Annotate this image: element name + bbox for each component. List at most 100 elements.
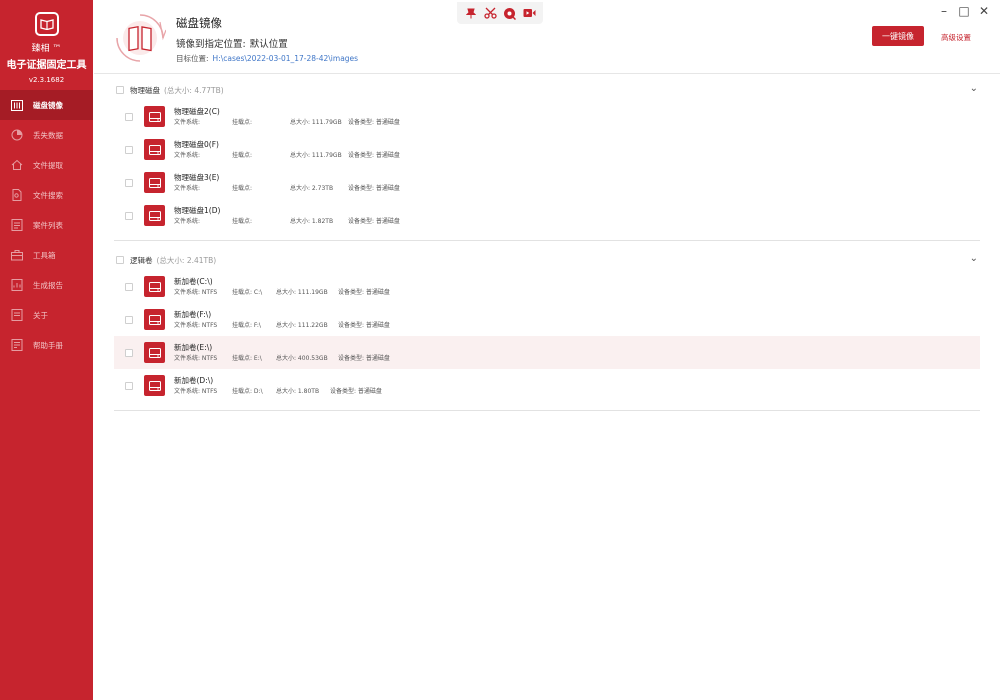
file-extract-icon: [11, 159, 23, 171]
section-total-size: (总大小: 2.41TB): [156, 255, 217, 265]
total-size: 总大小: 111.79GB: [290, 119, 342, 126]
list-item-hovered[interactable]: 新加卷(E:\) 文件系统: NTFS 挂载点: E:\ 总大小: 400.53GB…: [114, 336, 980, 369]
sidebar-item-case-list[interactable]: 案件列表: [0, 210, 93, 240]
advanced-settings-link[interactable]: 高级设置: [941, 32, 971, 43]
row-checkbox[interactable]: [125, 211, 133, 220]
physical-disk-section: 物理磁盘 (总大小: 4.77TB) ⌄ 物理磁盘2(C) 文件系统: 挂载点: 总…: [114, 80, 980, 241]
sidebar: 臻相 ™ 电子证据固定工具 v2.3.1682 磁盘镜像 丢失数据 文件提取 文…: [0, 0, 93, 700]
sidebar-item-toolbox[interactable]: 工具箱: [0, 240, 93, 270]
device-type: 设备类型: 普通磁盘: [348, 185, 400, 192]
toolbox-icon: [11, 249, 23, 261]
device-type: 设备类型: 普通磁盘: [338, 289, 390, 296]
row-checkbox[interactable]: [125, 112, 133, 121]
destination-label: 镜像到指定位置:: [176, 39, 246, 50]
row-checkbox[interactable]: [125, 145, 133, 154]
chevron-down-icon[interactable]: ⌄: [970, 83, 978, 94]
file-system: 文件系统: NTFS: [174, 289, 218, 296]
minimize-icon[interactable]: –: [934, 2, 954, 20]
total-size: 总大小: 111.19GB: [276, 289, 328, 296]
list-item[interactable]: 物理磁盘3(E) 文件系统: 挂载点: 总大小: 2.73TB 设备类型: 普通磁盘: [114, 166, 980, 199]
hard-disk-icon: [144, 172, 165, 193]
disk-name: 物理磁盘3(E): [174, 173, 220, 182]
total-size: 总大小: 1.80TB: [276, 388, 320, 395]
list-item[interactable]: 物理磁盘2(C) 文件系统: 挂载点: 总大小: 111.79GB 设备类型: 普通磁…: [114, 100, 980, 133]
close-icon[interactable]: ✕: [974, 2, 994, 20]
destination-value: 默认位置: [249, 39, 288, 50]
sidebar-item-lost-data[interactable]: 丢失数据: [0, 120, 93, 150]
list-item[interactable]: 物理磁盘0(F) 文件系统: 挂载点: 总大小: 111.79GB 设备类型: 普通磁…: [114, 133, 980, 166]
file-system: 文件系统: NTFS: [174, 388, 218, 395]
mount-point: 挂载点:: [232, 119, 253, 126]
total-size: 总大小: 2.73TB: [290, 185, 334, 192]
row-checkbox[interactable]: [125, 381, 133, 390]
sidebar-item-help-manual[interactable]: 帮助手册: [0, 330, 93, 360]
help-manual-icon: [11, 339, 23, 351]
report-icon: [11, 279, 23, 291]
mount-point: 挂载点: F:\: [232, 322, 261, 329]
image-destination: 镜像到指定位置: 默认位置: [176, 36, 288, 50]
device-type: 设备类型: 普通磁盘: [348, 152, 400, 159]
mount-point: 挂载点:: [232, 185, 253, 192]
chevron-down-icon[interactable]: ⌄: [970, 253, 978, 264]
sidebar-item-about[interactable]: 关于: [0, 300, 93, 330]
section-header: 物理磁盘 (总大小: 4.77TB) ⌄: [114, 80, 980, 100]
file-system: 文件系统:: [174, 185, 201, 192]
total-size: 总大小: 111.79GB: [290, 152, 342, 159]
target-path-link[interactable]: H:\cases\2022-03-01_17-28-42\images: [213, 54, 359, 63]
brand-title: 电子证据固定工具: [6, 60, 87, 71]
list-item[interactable]: 物理磁盘1(D) 文件系统: 挂载点: 总大小: 1.82TB 设备类型: 普通磁盘: [114, 199, 980, 232]
mount-point: 挂载点:: [232, 152, 253, 159]
file-search-icon: [11, 189, 23, 201]
sidebar-item-file-extract[interactable]: 文件提取: [0, 150, 93, 180]
sidebar-item-label: 案件列表: [33, 220, 63, 230]
row-checkbox[interactable]: [125, 178, 133, 187]
volume-name: 新加卷(C:\): [174, 277, 213, 286]
mount-point: 挂载点: E:\: [232, 355, 262, 362]
record-icon[interactable]: [522, 6, 536, 20]
hard-disk-icon: [144, 309, 165, 330]
section-title: 逻辑卷: [130, 255, 153, 265]
disk-image-graphic-icon: [114, 12, 167, 64]
volume-name: 新加卷(E:\): [174, 343, 213, 352]
hard-disk-icon: [144, 342, 165, 363]
sidebar-item-label: 文件搜索: [33, 190, 63, 200]
total-size: 总大小: 400.53GB: [276, 355, 328, 362]
camera-icon[interactable]: [503, 6, 517, 20]
lost-data-icon: [11, 129, 23, 141]
list-item[interactable]: 新加卷(F:\) 文件系统: NTFS 挂载点: F:\ 总大小: 111.22GB…: [114, 303, 980, 336]
total-size: 总大小: 1.82TB: [290, 218, 334, 225]
maximize-icon[interactable]: □: [954, 2, 974, 20]
volume-name: 新加卷(D:\): [174, 376, 214, 385]
volume-name: 新加卷(F:\): [174, 310, 212, 319]
list-item[interactable]: 新加卷(D:\) 文件系统: NTFS 挂载点: D:\ 总大小: 1.80TB 设备…: [114, 369, 980, 402]
scissors-icon[interactable]: [483, 6, 497, 20]
sidebar-nav: 磁盘镜像 丢失数据 文件提取 文件搜索 案件列表 工具箱 生成报告 关于 帮助手…: [0, 90, 93, 360]
row-checkbox[interactable]: [125, 282, 133, 291]
disk-image-icon: [11, 99, 23, 111]
mount-point: 挂载点: D:\: [232, 388, 263, 395]
row-checkbox[interactable]: [125, 348, 133, 357]
brand: 臻相 ™ 电子证据固定工具 v2.3.1682: [0, 0, 93, 90]
file-system: 文件系统: NTFS: [174, 322, 218, 329]
target-path: 目标位置: H:\cases\2022-03-01_17-28-42\images: [176, 53, 358, 64]
total-size: 总大小: 111.22GB: [276, 322, 328, 329]
sidebar-item-label: 帮助手册: [33, 340, 63, 350]
sidebar-item-disk-image[interactable]: 磁盘镜像: [0, 90, 93, 120]
device-type: 设备类型: 普通磁盘: [330, 388, 382, 395]
list-item[interactable]: 新加卷(C:\) 文件系统: NTFS 挂载点: C:\ 总大小: 111.19GB…: [114, 270, 980, 303]
hard-disk-icon: [144, 276, 165, 297]
one-click-image-button[interactable]: 一键镜像: [872, 26, 924, 46]
sidebar-item-file-search[interactable]: 文件搜索: [0, 180, 93, 210]
case-list-icon: [11, 219, 23, 231]
section-total-size: (总大小: 4.77TB): [164, 85, 224, 95]
disk-list: 物理磁盘 (总大小: 4.77TB) ⌄ 物理磁盘2(C) 文件系统: 挂载点: 总…: [114, 80, 980, 420]
physical-disk-select-all-checkbox[interactable]: [116, 86, 124, 94]
disk-name: 物理磁盘0(F): [174, 140, 219, 149]
logical-volume-select-all-checkbox[interactable]: [116, 256, 124, 264]
pin-icon[interactable]: [464, 6, 478, 20]
row-checkbox[interactable]: [125, 315, 133, 324]
hard-disk-icon: [144, 375, 165, 396]
disk-name: 物理磁盘2(C): [174, 107, 220, 116]
sidebar-item-report[interactable]: 生成报告: [0, 270, 93, 300]
target-path-label: 目标位置:: [176, 54, 209, 63]
